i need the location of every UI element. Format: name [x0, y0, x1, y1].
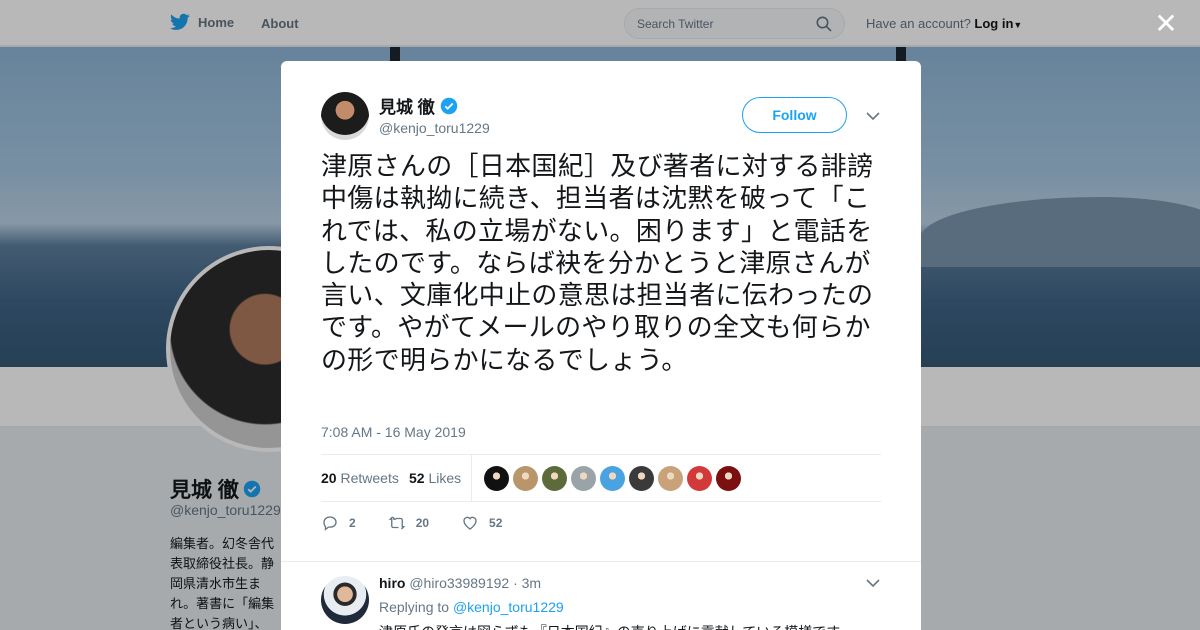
likers-avatars	[484, 466, 741, 491]
chevron-down-icon[interactable]	[865, 108, 881, 124]
liker-avatar[interactable]	[629, 466, 654, 491]
retweets-count: 20	[321, 470, 337, 486]
liker-avatar[interactable]	[484, 466, 509, 491]
like-action[interactable]: 52	[461, 514, 502, 532]
author-name[interactable]: 見城 徹	[379, 93, 458, 118]
reply-icon	[323, 516, 337, 531]
tweet-timestamp[interactable]: 7:08 AM - 16 May 2019	[321, 424, 466, 440]
author-name-text: 見城 徹	[379, 98, 435, 117]
liker-avatar[interactable]	[716, 466, 741, 491]
replying-to-handle[interactable]: @kenjo_toru1229	[453, 599, 564, 615]
tweet-text: 津原さんの［日本国紀］及び著者に対する誹謗中傷は執拗に続き、担当者は沈黙を破って…	[321, 152, 874, 376]
reply-tweet[interactable]: hiro @hiro33989192 · 3m Replying to @ken…	[281, 561, 921, 630]
reply-author-name[interactable]: hiro	[379, 575, 405, 591]
like-icon	[463, 516, 477, 530]
reply-text: 津原氏の発言は図らずも『日本国紀』の売り上げに貢献している模様です。	[379, 622, 853, 630]
liker-avatar[interactable]	[571, 466, 596, 491]
retweet-count: 20	[415, 516, 430, 530]
verified-icon	[440, 97, 457, 114]
liker-avatar[interactable]	[658, 466, 683, 491]
retweet-icon	[388, 516, 406, 530]
likes-stat[interactable]: 52 Likes	[409, 470, 461, 486]
like-count: 52	[489, 516, 503, 530]
retweet-action[interactable]: 20	[388, 514, 429, 532]
retweets-stat[interactable]: 20 Retweets	[321, 470, 399, 486]
reply-header: hiro @hiro33989192 · 3m	[379, 575, 541, 591]
replying-to-label: Replying to	[379, 599, 450, 615]
replying-to: Replying to @kenjo_toru1229	[379, 599, 564, 615]
liker-avatar[interactable]	[600, 466, 625, 491]
liker-avatar[interactable]	[542, 466, 567, 491]
follow-button[interactable]: Follow	[742, 97, 847, 133]
author-handle[interactable]: @kenjo_toru1229	[379, 120, 490, 136]
retweets-label: Retweets	[340, 470, 399, 486]
liker-avatar[interactable]	[687, 466, 712, 491]
author-avatar[interactable]	[321, 92, 369, 140]
stats-divider	[471, 455, 472, 501]
reply-author-handle[interactable]: @hiro33989192	[409, 575, 509, 591]
tweet-modal: 見城 徹 @kenjo_toru1229 Follow 津原さんの［日本国紀］及…	[281, 61, 921, 630]
chevron-down-icon[interactable]	[865, 575, 881, 591]
reply-action[interactable]: 2	[321, 514, 356, 532]
reply-count: 2	[349, 516, 356, 530]
reply-time[interactable]: · 3m	[513, 575, 541, 591]
reply-author-avatar[interactable]	[321, 576, 369, 624]
likes-count: 52	[409, 470, 425, 486]
likes-label: Likes	[428, 470, 462, 486]
tweet-stats: 20 Retweets 52 Likes	[321, 454, 881, 502]
liker-avatar[interactable]	[513, 466, 538, 491]
tweet-actions: 2 20 52	[321, 513, 534, 533]
close-icon[interactable]: ✕	[1154, 10, 1178, 38]
